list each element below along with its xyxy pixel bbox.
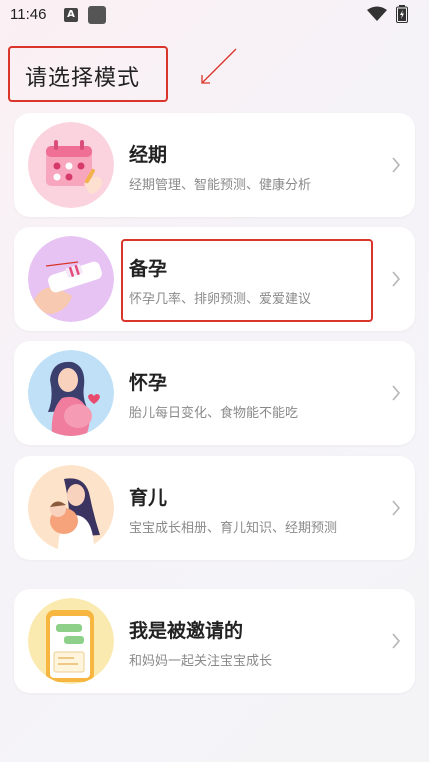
phone-chat-icon bbox=[28, 598, 114, 684]
chevron-right-icon bbox=[392, 385, 401, 401]
invited-name: 我是被邀请的 bbox=[129, 620, 244, 642]
mode-card-period[interactable]: 经期 经期管理、智能预测、健康分析 bbox=[14, 113, 415, 217]
chevron-right-icon bbox=[392, 271, 401, 287]
chevron-right-icon bbox=[392, 633, 401, 649]
mode-description: 胎儿每日变化、食物能不能吃 bbox=[129, 406, 299, 421]
invited-description: 和妈妈一起关注宝宝成长 bbox=[129, 654, 273, 669]
mode-name: 怀孕 bbox=[129, 372, 168, 394]
notification-a-icon: A bbox=[64, 8, 78, 22]
mother-baby-icon bbox=[28, 465, 114, 551]
chevron-right-icon bbox=[392, 157, 401, 173]
status-time: 11:46 bbox=[10, 6, 47, 23]
battery-icon bbox=[396, 5, 408, 23]
wifi-icon bbox=[367, 6, 387, 21]
mode-card-pregnancy[interactable]: 怀孕 胎儿每日变化、食物能不能吃 bbox=[14, 341, 415, 445]
mode-name: 经期 bbox=[129, 144, 168, 166]
chevron-right-icon bbox=[392, 500, 401, 516]
mode-card-parenting[interactable]: 育儿 宝宝成长相册、育儿知识、经期预测 bbox=[14, 456, 415, 560]
mode-name: 育儿 bbox=[129, 487, 168, 509]
notification-square-icon bbox=[88, 6, 106, 24]
selection-highlight-box bbox=[121, 239, 373, 322]
mode-description: 宝宝成长相册、育儿知识、经期预测 bbox=[129, 521, 338, 536]
annotation-arrow-icon bbox=[201, 48, 237, 84]
invited-card[interactable]: 我是被邀请的 和妈妈一起关注宝宝成长 bbox=[14, 589, 415, 693]
mode-description: 经期管理、智能预测、健康分析 bbox=[129, 178, 312, 193]
pregnant-woman-icon bbox=[28, 350, 114, 436]
status-bar: 11:46 A bbox=[0, 0, 429, 30]
calendar-icon bbox=[28, 122, 114, 208]
page-title: 请选择模式 bbox=[25, 66, 141, 91]
pregnancy-test-icon bbox=[28, 236, 114, 322]
